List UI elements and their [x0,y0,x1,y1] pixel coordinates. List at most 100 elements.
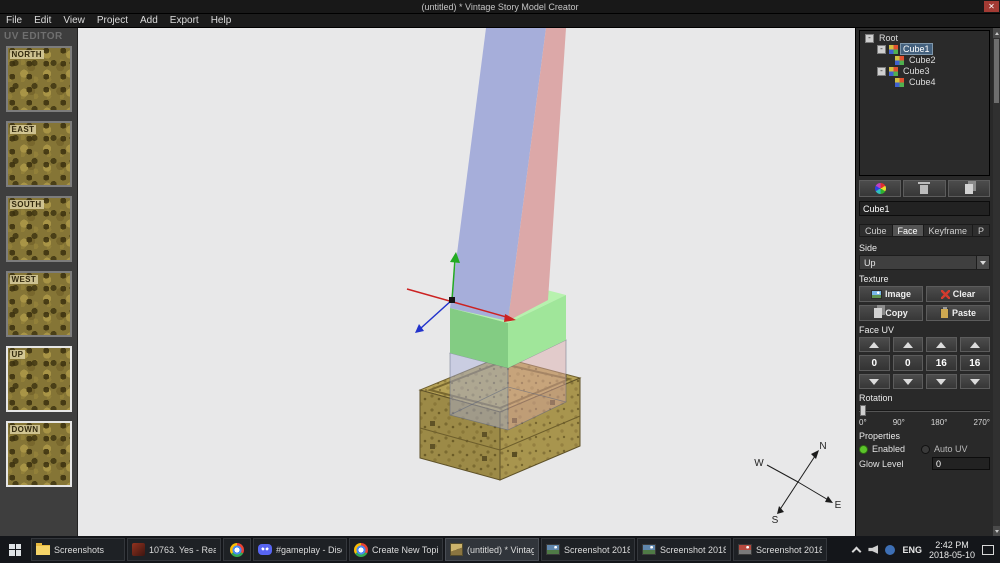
uv-value-y2: 16 [960,355,991,371]
scrollbar-thumb[interactable] [994,39,999,103]
uv-face-west[interactable]: WEST [6,271,72,337]
taskbar-item-chrome[interactable] [223,538,251,561]
duplicate-icon [965,184,973,194]
taskbar-item-label: Create New Topic... [372,545,438,555]
tree-node-cube1[interactable]: Cube1 [861,44,988,54]
taskbar-item-10763[interactable]: 10763. Yes - Real L... [127,538,221,561]
tree-node-cube4[interactable]: Cube4 [861,77,988,87]
menu-help[interactable]: Help [205,14,238,28]
uv-editor-title: UV EDITOR [0,28,77,46]
taskbar-item-model-creator[interactable]: (untitled) * Vintag... [445,538,539,561]
cube-action-buttons [859,180,990,197]
texture-copy-button[interactable]: Copy [859,305,923,321]
start-button[interactable] [0,536,30,563]
cube-icon [895,56,904,65]
tree-node-cube2[interactable]: Cube2 [861,55,988,65]
texture-clear-button[interactable]: Clear [926,286,990,302]
menu-export[interactable]: Export [164,14,205,28]
clock[interactable]: 2:42 PM 2018-05-10 [929,540,975,560]
paste-icon [940,308,949,319]
collapse-icon[interactable] [865,34,874,43]
down-arrow-icon [903,379,913,385]
menu-project[interactable]: Project [91,14,134,28]
uv-decrease-button-1[interactable] [859,374,890,389]
panel-scrollbar[interactable] [993,28,1000,536]
tray-expand-icon[interactable] [852,545,861,554]
tree-node-label: Cube1 [901,44,932,54]
cube-icon [889,45,898,54]
auto-uv-radio[interactable] [921,445,930,454]
auto-uv-label: Auto UV [934,444,968,454]
trash-icon [920,185,928,194]
duplicate-cube-button[interactable] [948,180,990,197]
tree-node-root[interactable]: Root [861,33,988,43]
uv-increase-button-1[interactable] [859,337,890,352]
scroll-down-icon[interactable] [993,526,1000,536]
collapse-icon[interactable] [877,45,886,54]
close-button[interactable]: ✕ [984,1,999,12]
uv-increase-button-3[interactable] [926,337,957,352]
rotation-tick-0: 0° [859,418,867,427]
cube-column-model[interactable] [450,28,566,321]
cube-icon [895,78,904,87]
uv-decrease-button-3[interactable] [926,374,957,389]
tab-face[interactable]: Face [892,224,923,237]
rotation-slider[interactable] [859,405,990,416]
uv-decrease-button-2[interactable] [893,374,924,389]
texture-paste-button[interactable]: Paste [926,305,990,321]
cube-name-input[interactable] [859,201,990,216]
compass-south-label: S [772,515,779,526]
app-icon [132,543,145,556]
scroll-up-icon[interactable] [993,28,1000,38]
rotation-slider-thumb[interactable] [860,405,866,416]
texture-label: Texture [859,274,990,284]
uv-face-north[interactable]: NORTH [6,46,72,112]
tree-node-cube3[interactable]: Cube3 [861,66,988,76]
taskbar-item-create-topic[interactable]: Create New Topic... [349,538,443,561]
menu-edit[interactable]: Edit [28,14,57,28]
tab-cube[interactable]: Cube [859,224,892,237]
action-center-icon[interactable] [982,545,994,555]
glow-level-input[interactable] [932,457,990,470]
uv-decrease-button-4[interactable] [960,374,991,389]
properties-row: Enabled Auto UV [859,444,990,454]
viewport-3d[interactable]: N E S W [78,28,855,536]
menu-add[interactable]: Add [134,14,164,28]
tab-particle[interactable]: P [972,224,990,237]
uv-face-south[interactable]: SOUTH [6,196,72,262]
taskbar-item-screenshot-1[interactable]: Screenshot 2018-... [541,538,635,561]
texture-image-button[interactable]: Image [859,286,923,302]
uv-face-down[interactable]: DOWN [6,421,72,487]
network-icon[interactable] [885,545,895,555]
color-picker-button[interactable] [859,180,901,197]
taskbar-item-discord[interactable]: #gameplay - Disc... [253,538,347,561]
volume-icon[interactable] [868,545,878,554]
enabled-label: Enabled [872,444,905,454]
glow-level-row: Glow Level [859,457,990,470]
tree-node-label: Cube3 [901,66,932,76]
taskbar-item-screenshots[interactable]: Screenshots [31,538,125,561]
glow-level-label: Glow Level [859,459,904,469]
side-label: Side [859,243,990,253]
uv-increase-button-2[interactable] [893,337,924,352]
down-arrow-icon [869,379,879,385]
side-select[interactable]: Up [859,255,990,270]
uv-face-up[interactable]: UP [6,346,72,412]
menu-view[interactable]: View [57,14,91,28]
tree-node-label: Cube2 [907,55,938,65]
taskbar-item-screenshot-2[interactable]: Screenshot 2018-... [637,538,731,561]
language-indicator[interactable]: ENG [902,545,922,555]
delete-cube-button[interactable] [903,180,945,197]
uv-face-east[interactable]: EAST [6,121,72,187]
uv-increase-button-4[interactable] [960,337,991,352]
rotation-slider-track [859,410,990,412]
collapse-icon[interactable] [877,67,886,76]
uv-value-x1: 0 [859,355,890,371]
taskbar-item-screenshot-3[interactable]: Screenshot 2018-... [733,538,827,561]
tab-keyframe[interactable]: Keyframe [923,224,973,237]
enabled-radio[interactable] [859,445,868,454]
clear-x-icon [941,290,950,299]
color-wheel-icon [875,183,886,194]
titlebar: (untitled) * Vintage Story Model Creator… [0,0,1000,14]
menu-file[interactable]: File [0,14,28,28]
